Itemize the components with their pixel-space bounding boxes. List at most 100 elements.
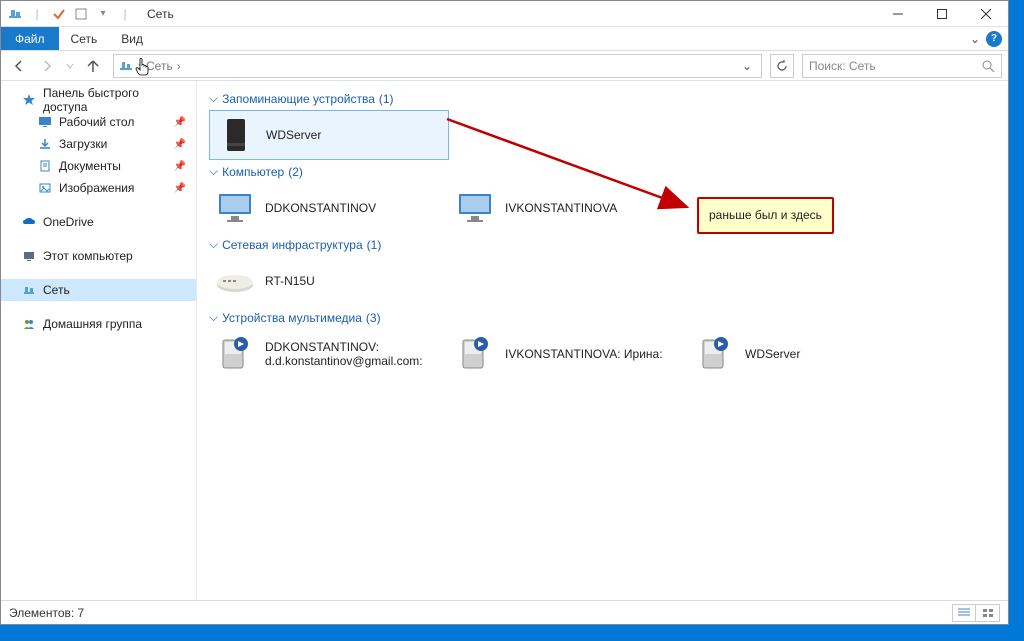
group-count: (1) — [367, 238, 382, 252]
star-icon — [21, 92, 37, 108]
media-device-icon — [453, 334, 497, 374]
ribbon-tab-file[interactable]: Файл — [1, 27, 59, 50]
router-item[interactable]: RT-N15U — [209, 256, 449, 306]
this-pc-icon — [21, 248, 37, 264]
ribbon-chevron-icon[interactable]: ⌄ — [970, 32, 980, 46]
sidebar-item-label: Этот компьютер — [43, 249, 133, 263]
storage-item-wdserver[interactable]: WDServer — [209, 110, 449, 160]
status-bar: Элементов: 7 — [1, 600, 1008, 624]
annotation-callout: раньше был и здесь — [697, 197, 834, 234]
navigation-pane: Панель быстрого доступа Рабочий стол 📌 З… — [1, 81, 197, 600]
chevron-down-icon: ⌵ — [209, 164, 218, 179]
window-controls — [876, 1, 1008, 27]
item-label: RT-N15U — [265, 274, 315, 288]
status-count: Элементов: 7 — [9, 606, 84, 620]
homegroup-icon — [21, 316, 37, 332]
qat-item-icon[interactable] — [71, 4, 91, 24]
properties-icon[interactable] — [49, 4, 69, 24]
item-label: DDKONSTANTINOV: d.d.konstantinov@gmail.c… — [265, 340, 445, 369]
item-label: WDServer — [266, 128, 321, 142]
sidebar-item-label: Загрузки — [59, 137, 107, 151]
downloads-icon — [37, 136, 53, 152]
router-icon — [213, 261, 257, 301]
sidebar-item-documents[interactable]: Документы 📌 — [1, 155, 196, 177]
sidebar-network[interactable]: Сеть — [1, 279, 196, 301]
annotation-text: раньше был и здесь — [709, 208, 822, 222]
network-icon — [21, 282, 37, 298]
window-title: Сеть — [147, 7, 174, 21]
monitor-icon — [213, 188, 257, 228]
view-icons-button[interactable] — [976, 604, 1000, 622]
close-button[interactable] — [964, 1, 1008, 27]
breadcrumb-sep: › — [138, 59, 142, 73]
content-pane: ⌵ Запоминающие устройства (1) WDServer ⌵… — [197, 81, 1008, 600]
app-icon — [5, 4, 25, 24]
sidebar-this-pc[interactable]: Этот компьютер — [1, 245, 196, 267]
qat-separator: | — [27, 4, 47, 24]
titlebar: | ▾ | Сеть — [1, 1, 1008, 27]
annotation-arrow — [447, 119, 707, 219]
sidebar-item-pictures[interactable]: Изображения 📌 — [1, 177, 196, 199]
up-button[interactable] — [81, 54, 105, 78]
sidebar-item-desktop[interactable]: Рабочий стол 📌 — [1, 111, 196, 133]
desktop-icon — [37, 114, 53, 130]
recent-dropdown-icon[interactable] — [63, 54, 77, 78]
refresh-button[interactable] — [770, 54, 794, 78]
media-item-ivkonstantinova[interactable]: IVKONSTANTINOVA: Ирина: — [449, 329, 689, 379]
sidebar-item-label: Панель быстрого доступа — [43, 86, 186, 114]
minimize-button[interactable] — [876, 1, 920, 27]
search-icon — [981, 59, 995, 73]
item-label: DDKONSTANTINOV — [265, 201, 376, 215]
back-button[interactable] — [7, 54, 31, 78]
qat-separator: | — [115, 4, 135, 24]
maximize-button[interactable] — [920, 1, 964, 27]
documents-icon — [37, 158, 53, 174]
media-item-ddkonstantinov[interactable]: DDKONSTANTINOV: d.d.konstantinov@gmail.c… — [209, 329, 449, 379]
group-count: (3) — [366, 311, 381, 325]
address-bar[interactable]: › Сеть › ⌄ — [113, 54, 762, 78]
sidebar-onedrive[interactable]: OneDrive — [1, 211, 196, 233]
group-title: Запоминающие устройства — [222, 92, 375, 106]
group-multimedia[interactable]: ⌵ Устройства мультимедиа (3) — [209, 306, 996, 329]
group-network-infra[interactable]: ⌵ Сетевая инфраструктура (1) — [209, 233, 996, 256]
network-location-icon — [118, 58, 134, 74]
search-box[interactable]: Поиск: Сеть — [802, 54, 1002, 78]
computer-item-ddkonstantinov[interactable]: DDKONSTANTINOV — [209, 183, 449, 233]
body: Панель быстрого доступа Рабочий стол 📌 З… — [1, 81, 1008, 600]
group-title: Устройства мультимедиа — [222, 311, 362, 325]
search-placeholder: Поиск: Сеть — [809, 59, 981, 73]
sidebar-item-label: Рабочий стол — [59, 115, 134, 129]
quick-access-toolbar: | ▾ | — [1, 4, 139, 24]
group-count: (1) — [379, 92, 394, 106]
group-title: Сетевая инфраструктура — [222, 238, 363, 252]
chevron-down-icon: ⌵ — [209, 91, 218, 106]
media-device-icon — [693, 334, 737, 374]
item-label: WDServer — [745, 347, 800, 361]
ribbon-tab-view[interactable]: Вид — [109, 27, 155, 50]
ribbon-tab-network[interactable]: Сеть — [59, 27, 110, 50]
qat-dropdown-icon[interactable]: ▾ — [93, 4, 113, 24]
help-icon[interactable]: ? — [986, 31, 1002, 47]
sidebar-item-downloads[interactable]: Загрузки 📌 — [1, 133, 196, 155]
media-device-icon — [213, 334, 257, 374]
media-item-wdserver[interactable]: WDServer — [689, 329, 929, 379]
pin-icon: 📌 — [174, 161, 186, 172]
server-icon — [214, 115, 258, 155]
sidebar-item-label: Документы — [59, 159, 121, 173]
chevron-down-icon: ⌵ — [209, 237, 218, 252]
address-dropdown-icon[interactable]: ⌄ — [737, 59, 757, 73]
sidebar-quick-access[interactable]: Панель быстрого доступа — [1, 89, 196, 111]
pin-icon: 📌 — [174, 117, 186, 128]
navigation-bar: › Сеть › ⌄ Поиск: Сеть — [1, 51, 1008, 81]
sidebar-homegroup[interactable]: Домашняя группа — [1, 313, 196, 335]
view-details-button[interactable] — [952, 604, 976, 622]
item-label: IVKONSTANTINOVA: Ирина: — [505, 347, 663, 361]
sidebar-item-label: Сеть — [43, 283, 70, 297]
pictures-icon — [37, 180, 53, 196]
pin-icon: 📌 — [174, 139, 186, 150]
group-storage[interactable]: ⌵ Запоминающие устройства (1) — [209, 87, 996, 110]
forward-button[interactable] — [35, 54, 59, 78]
chevron-down-icon: ⌵ — [209, 310, 218, 325]
ribbon: Файл Сеть Вид ⌄ ? — [1, 27, 1008, 51]
breadcrumb-network[interactable]: Сеть — [146, 59, 173, 73]
